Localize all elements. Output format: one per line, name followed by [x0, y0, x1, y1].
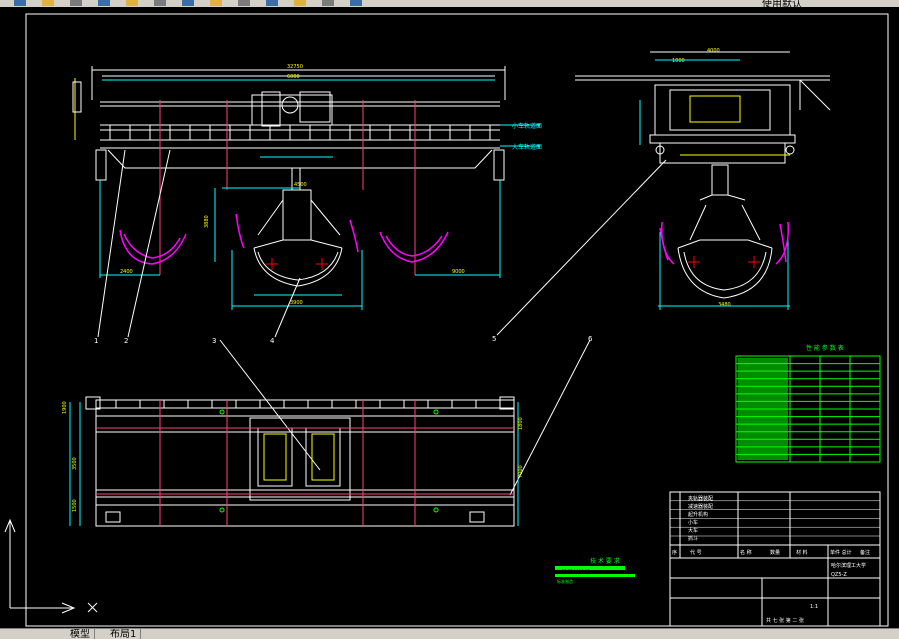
- tb-item-4: 大车: [688, 527, 698, 534]
- dimension-lines: [99, 79, 540, 310]
- dim-main-span: 32750: [287, 64, 303, 70]
- pan-icon[interactable]: [266, 0, 278, 6]
- track-labels: 小车轨道面 大车轨道面: [512, 122, 542, 151]
- tb-school: 哈尔滨理工大学: [831, 562, 866, 569]
- plan-view: [85, 396, 515, 527]
- drawing-canvas[interactable]: 1 2 3 4 5 6 32750 6000 4000 1000 3880 39…: [0, 7, 899, 628]
- save-icon[interactable]: [70, 0, 82, 6]
- plan-dim-3: 1500: [72, 499, 78, 512]
- tb-h-4: 材 料: [796, 549, 808, 556]
- tb-scale: 1:1: [810, 604, 818, 610]
- tb-item-0: 夹轨器装配: [688, 495, 713, 502]
- tb-h-5: 单件 总计: [830, 549, 852, 556]
- param-table-title: 性 能 参 数 表: [806, 344, 844, 352]
- undo-icon[interactable]: [210, 0, 222, 6]
- properties-icon[interactable]: [322, 0, 334, 6]
- param-table: 性 能 参 数 表: [735, 344, 881, 463]
- dim-right-bucket: 3480: [718, 302, 731, 308]
- zoom-icon[interactable]: [294, 0, 306, 6]
- tech-req-line2: 标准制造: [557, 578, 573, 584]
- dim-bucket-w2: 4500: [294, 182, 307, 188]
- title-block-text: 序 代 号 名 称 数量 材 料 单件 总计 备注 哈尔滨理工大学 QZ5-Z …: [672, 495, 870, 624]
- paste-icon[interactable]: [182, 0, 194, 6]
- tb-h-6: 备注: [860, 549, 870, 556]
- plan-dim-4: 1800: [518, 417, 524, 430]
- cad-drawing: 1 2 3 4 5 6 32750 6000 4000 1000 3880 39…: [4, 13, 889, 627]
- layer-icon[interactable]: [350, 0, 362, 6]
- dim-sub-span: 6000: [287, 74, 300, 80]
- main-elevation: [72, 66, 506, 181]
- callout-5: 5: [492, 335, 496, 343]
- grab-center-marks: [266, 256, 760, 270]
- label-crane-track: 大车轨道面: [512, 143, 542, 151]
- tb-item-5: 抓斗: [688, 535, 698, 542]
- plan-dims: [69, 402, 519, 526]
- tb-h-1: 代 号: [690, 549, 702, 556]
- dim-right: 9000: [452, 269, 465, 275]
- callout-4: 4: [270, 337, 275, 345]
- layout-tabs: 模型 布局1: [0, 628, 899, 639]
- open-icon[interactable]: [42, 0, 54, 6]
- callout-numbers: 1 2 3 4 5 6: [94, 335, 593, 345]
- tb-item-2: 起升机构: [688, 511, 708, 518]
- dimension-texts: 32750 6000 4000 1000 3880 3900 4500 2400…: [120, 48, 731, 308]
- plan-dim-1: 1900: [62, 401, 68, 414]
- side-elevation: [575, 51, 831, 299]
- dim-left: 2400: [120, 269, 133, 275]
- tb-h-2: 名 称: [740, 549, 752, 556]
- tb-item-1: 减速器装配: [688, 503, 713, 510]
- redo-icon[interactable]: [238, 0, 250, 6]
- callout-2: 2: [124, 337, 128, 345]
- side-view-accent: [680, 95, 790, 156]
- ucs-icon: [4, 518, 98, 614]
- callout-leaders: [97, 149, 667, 496]
- tb-sheet: 共 七 张 第 二 张: [766, 617, 804, 624]
- side-dims: [639, 59, 790, 310]
- callout-1: 1: [94, 337, 98, 345]
- plan-dim-2: 3500: [72, 457, 78, 470]
- tech-req-title: 技 术 要 求: [590, 557, 620, 565]
- dim-bucket-h: 3880: [204, 215, 210, 228]
- new-icon[interactable]: [14, 0, 26, 6]
- label-trolley-track: 小车轨道面: [512, 122, 542, 130]
- side-grab-open: [661, 221, 789, 265]
- tb-h-3: 数量: [770, 549, 780, 556]
- copy-icon[interactable]: [154, 0, 166, 6]
- dim-right-top: 4000: [707, 48, 720, 54]
- dim-right-small: 1000: [672, 58, 685, 64]
- callout-6: 6: [588, 335, 593, 343]
- tech-requirements: 技 术 要 求 按GB/T14406-93 标准制造: [555, 557, 635, 584]
- tb-h-0: 序: [672, 549, 677, 556]
- tb-item-3: 小车: [688, 519, 698, 526]
- tb-drawing-no: QZ5-Z: [831, 572, 847, 578]
- plan-dim-5: 7000: [518, 465, 524, 478]
- grab-open-positions: [119, 213, 787, 265]
- cut-icon[interactable]: [126, 0, 138, 6]
- callout-3: 3: [212, 337, 216, 345]
- print-icon[interactable]: [98, 0, 110, 6]
- plan-rails: [96, 400, 514, 526]
- tech-req-line: 按GB/T14406-93: [557, 568, 590, 574]
- dim-bucket-w: 3900: [290, 300, 303, 306]
